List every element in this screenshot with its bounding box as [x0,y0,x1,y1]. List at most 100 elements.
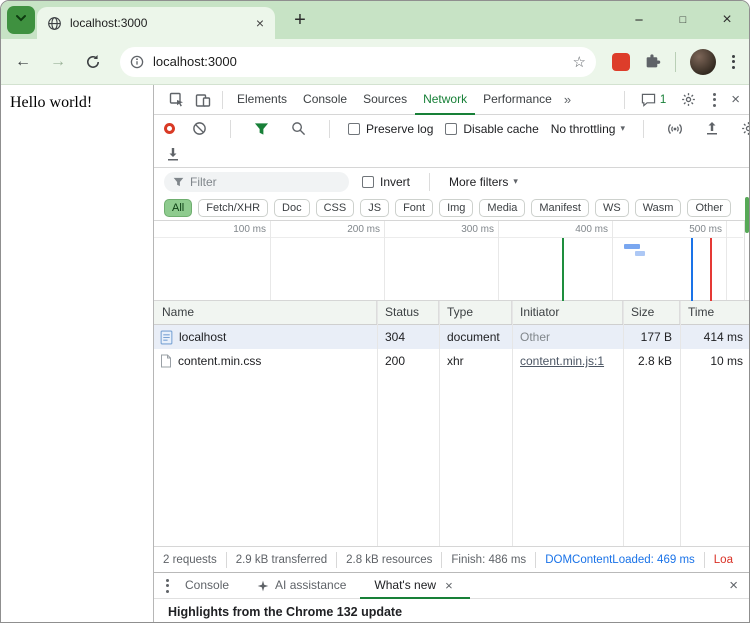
bookmark-star-icon[interactable]: ☆ [573,53,586,71]
import-har-icon[interactable] [166,147,180,162]
chip-other[interactable]: Other [687,199,731,217]
close-window-button[interactable]: × [705,1,749,39]
divider [230,120,231,138]
column-header-time[interactable]: Time [680,301,750,324]
back-icon[interactable]: ← [15,54,31,70]
chip-media[interactable]: Media [479,199,525,217]
tab-search-button[interactable] [7,6,35,34]
table-row-content-min-css[interactable]: content.min.css 200 xhr content.min.js:1… [154,349,750,373]
checkbox-icon[interactable] [362,176,374,188]
window-controls: − □ × [617,1,749,39]
reload-icon[interactable] [85,54,101,70]
chip-wasm[interactable]: Wasm [635,199,682,217]
request-status: 304 [377,330,439,344]
issues-count: 1 [660,94,666,106]
initiator-link[interactable]: content.min.js:1 [520,354,604,368]
globe-icon [47,16,62,31]
drawer-tab-ai-assistance[interactable]: AI assistance [243,573,360,599]
column-header-initiator[interactable]: Initiator [512,301,623,324]
filter-input[interactable]: Filter [164,172,349,192]
checkbox-icon[interactable] [348,123,360,135]
profile-avatar[interactable] [690,49,716,75]
tab-console[interactable]: Console [295,85,355,115]
toolbar-right-cluster [612,49,737,75]
chip-font[interactable]: Font [395,199,433,217]
scrollbar-thumb[interactable] [745,197,749,233]
chip-js[interactable]: JS [360,199,389,217]
close-tab-icon[interactable]: × [442,573,456,598]
devtools-panel: Elements Console Sources Network Perform… [153,85,750,622]
column-header-type[interactable]: Type [439,301,512,324]
divider [624,91,625,109]
inspect-element-icon[interactable] [164,92,190,108]
tab-performance[interactable]: Performance [475,85,560,115]
preserve-log-toggle[interactable]: Preserve log [348,122,433,136]
devtools-menu-kebab-icon[interactable] [711,91,718,109]
tab-sources[interactable]: Sources [355,85,415,115]
minimize-button[interactable]: − [617,1,661,39]
drawer-menu-kebab-icon[interactable] [164,577,171,595]
network-settings-gear-icon[interactable] [736,121,750,136]
chip-manifest[interactable]: Manifest [531,199,589,217]
disable-cache-toggle[interactable]: Disable cache [445,122,538,136]
chip-ws[interactable]: WS [595,199,629,217]
browser-tab[interactable]: localhost:3000 × [37,7,275,39]
maximize-button[interactable]: □ [661,1,705,39]
summary-resources: 2.8 kB resources [337,552,442,568]
gridline [384,221,385,300]
navigation-bar: ← → localhost:3000 ☆ [1,39,749,85]
drawer-tab-console[interactable]: Console [171,573,243,599]
table-row-localhost[interactable]: localhost 304 document Other 177 B 414 m… [154,325,750,349]
export-har-icon[interactable] [700,121,724,136]
chip-img[interactable]: Img [439,199,473,217]
devtools-settings-gear-icon[interactable] [676,92,701,107]
record-network-log-button[interactable] [164,123,175,134]
tab-elements[interactable]: Elements [229,85,295,115]
column-header-status[interactable]: Status [377,301,439,324]
close-devtools-icon[interactable]: × [728,91,743,108]
chip-fetch-xhr[interactable]: Fetch/XHR [198,199,268,217]
network-toolbar: Preserve log Disable cache No throttling… [154,115,750,142]
browser-menu-kebab-icon[interactable] [730,53,737,71]
new-tab-button[interactable]: + [287,1,313,39]
more-filters-select[interactable]: More filters ▾ [449,175,518,189]
whats-new-heading[interactable]: Highlights from the Chrome 132 update [168,605,402,619]
issues-button[interactable]: 1 [641,93,666,107]
tick-label: 500 ms [689,224,722,235]
device-toolbar-icon[interactable] [190,92,216,108]
requests-table-header: Name Status Type Initiator Size Time [154,301,750,325]
request-bar-localhost [624,244,640,249]
network-overview-timeline[interactable]: 100 ms 200 ms 300 ms 400 ms 500 ms [154,221,750,301]
column-header-name[interactable]: Name [154,301,377,324]
drawer-tab-whats-new[interactable]: What's new × [360,573,469,599]
site-info-icon[interactable] [130,55,144,69]
divider [643,120,644,138]
column-header-size[interactable]: Size [623,301,680,324]
checkbox-icon[interactable] [445,123,457,135]
clear-network-log-icon[interactable] [187,121,212,136]
forward-icon[interactable]: → [50,54,66,70]
gridline [270,221,271,300]
message-bubble-icon [641,93,656,107]
extensions-puzzle-icon[interactable] [644,53,661,70]
tab-network[interactable]: Network [415,85,475,115]
chevron-down-icon: ▾ [620,123,625,134]
address-bar[interactable]: localhost:3000 ☆ [120,47,596,77]
network-conditions-icon[interactable] [662,122,688,136]
extension-icon-red[interactable] [612,53,630,71]
invert-toggle[interactable]: Invert [362,175,410,189]
filter-funnel-icon[interactable] [249,122,274,136]
column-divider [439,301,440,546]
throttling-select[interactable]: No throttling ▾ [551,122,625,136]
close-drawer-icon[interactable]: × [726,577,741,594]
column-divider [680,301,681,546]
chip-all[interactable]: All [164,199,192,217]
chip-css[interactable]: CSS [316,199,355,217]
more-tabs-icon[interactable]: » [560,92,575,107]
url-text[interactable]: localhost:3000 [153,54,573,69]
tab-close-icon[interactable]: × [253,15,267,31]
search-icon[interactable] [286,121,311,136]
chip-doc[interactable]: Doc [274,199,310,217]
page-content: Hello world! [1,85,153,622]
drawer-content: Highlights from the Chrome 132 update [154,599,750,623]
